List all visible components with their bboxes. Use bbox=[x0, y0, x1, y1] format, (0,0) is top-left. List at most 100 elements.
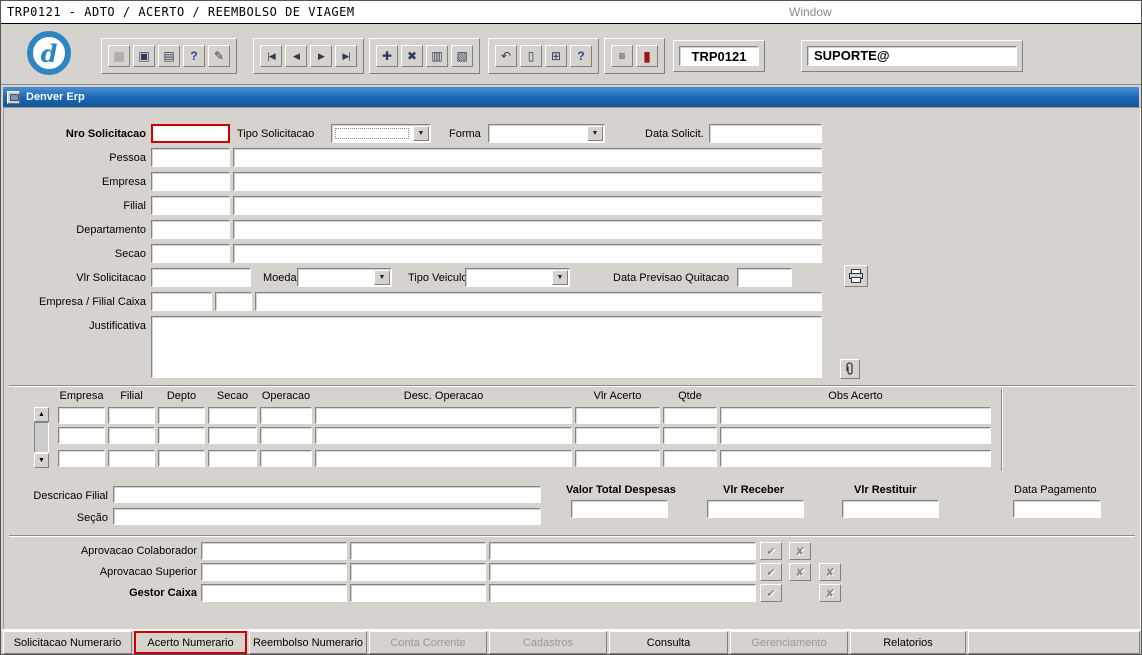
secao-code-input[interactable] bbox=[151, 244, 230, 263]
grid-cell-qtde[interactable] bbox=[663, 450, 717, 467]
empresa-caixa-input[interactable] bbox=[151, 292, 212, 311]
grid-cell-operacao[interactable] bbox=[260, 427, 312, 444]
grid-cell-filial[interactable] bbox=[108, 427, 155, 444]
colaborador-approve-button[interactable]: ✔ bbox=[760, 542, 782, 560]
grid-cell-obs-acerto[interactable] bbox=[720, 407, 991, 424]
colaborador-reject-button[interactable]: ✘ bbox=[789, 542, 811, 560]
print-icon[interactable]: ▤ bbox=[158, 45, 180, 67]
undo-icon[interactable]: ↶ bbox=[495, 45, 517, 67]
chevron-down-icon[interactable]: ▼ bbox=[552, 270, 568, 285]
grid-cell-filial[interactable] bbox=[108, 407, 155, 424]
grid-cell-filial[interactable] bbox=[108, 450, 155, 467]
empresa-code-input[interactable] bbox=[151, 172, 230, 191]
tipo-solicitacao-dropdown[interactable]: ▼ bbox=[331, 124, 431, 143]
chevron-down-icon[interactable]: ▼ bbox=[374, 270, 390, 285]
wand-icon[interactable]: ✎ bbox=[208, 45, 230, 67]
paste-icon[interactable]: ▯ bbox=[520, 45, 542, 67]
last-record-icon[interactable]: ▶| bbox=[335, 45, 357, 67]
valor-total-despesas-input[interactable] bbox=[571, 500, 668, 518]
departamento-desc-input[interactable] bbox=[233, 220, 822, 239]
vlr-solicitacao-input[interactable] bbox=[151, 268, 251, 287]
pessoa-desc-input[interactable] bbox=[233, 148, 822, 167]
grid-cell-desc-operacao[interactable] bbox=[315, 450, 572, 467]
grid-cell-depto[interactable] bbox=[158, 427, 205, 444]
superior-nome-input[interactable] bbox=[489, 563, 756, 581]
help-edit-icon[interactable]: ? bbox=[183, 45, 205, 67]
forma-dropdown[interactable]: ▼ bbox=[488, 124, 605, 143]
filial-desc-input[interactable] bbox=[233, 196, 822, 215]
menu-window[interactable]: Window bbox=[789, 5, 832, 19]
gestor-cancel-button[interactable]: ✘ bbox=[819, 584, 841, 602]
superior-approve-button[interactable]: ✔ bbox=[760, 563, 782, 581]
vlr-restituir-input[interactable] bbox=[842, 500, 939, 518]
superior-cancel-button[interactable]: ✘ bbox=[819, 563, 841, 581]
user-field[interactable] bbox=[807, 46, 1017, 66]
grid-cell-qtde[interactable] bbox=[663, 427, 717, 444]
chevron-down-icon[interactable]: ▼ bbox=[413, 126, 429, 141]
data-pagamento-input[interactable] bbox=[1013, 500, 1101, 518]
grid-cell-depto[interactable] bbox=[158, 407, 205, 424]
grid-cell-vlr-acerto[interactable] bbox=[575, 427, 660, 444]
delete-record-icon[interactable]: ✖ bbox=[401, 45, 423, 67]
menu-icon[interactable]: ≡ bbox=[611, 45, 633, 67]
moeda-dropdown[interactable]: ▼ bbox=[297, 268, 392, 287]
colaborador-nome-input[interactable] bbox=[489, 542, 756, 560]
empresa-desc-input[interactable] bbox=[233, 172, 822, 191]
grid-cell-desc-operacao[interactable] bbox=[315, 427, 572, 444]
colaborador-user-input[interactable] bbox=[350, 542, 486, 560]
filial-caixa-input[interactable] bbox=[215, 292, 252, 311]
grid-cell-operacao[interactable] bbox=[260, 450, 312, 467]
nro-solicitacao-input[interactable] bbox=[151, 124, 230, 143]
gestor-user-input[interactable] bbox=[350, 584, 486, 602]
tab-acerto-numerario[interactable]: Acerto Numerario bbox=[134, 631, 247, 654]
execute-query-icon[interactable]: ▧ bbox=[451, 45, 473, 67]
tab-consulta[interactable]: Consulta bbox=[609, 631, 728, 654]
secao-total-input[interactable] bbox=[113, 508, 541, 525]
tipo-veiculo-dropdown[interactable]: ▼ bbox=[465, 268, 570, 287]
grid-cell-desc-operacao[interactable] bbox=[315, 407, 572, 424]
departamento-code-input[interactable] bbox=[151, 220, 230, 239]
attachment-button[interactable] bbox=[840, 359, 860, 379]
tab-solicitacao-numerario[interactable]: Solicitacao Numerario bbox=[3, 631, 132, 654]
chevron-down-icon[interactable]: ▼ bbox=[587, 126, 603, 141]
grid-cell-obs-acerto[interactable] bbox=[720, 427, 991, 444]
superior-user-input[interactable] bbox=[350, 563, 486, 581]
data-previsao-input[interactable] bbox=[737, 268, 792, 287]
grid-cell-empresa[interactable] bbox=[58, 407, 105, 424]
tab-reembolso-numerario[interactable]: Reembolso Numerario bbox=[249, 631, 367, 654]
caixa-desc-input[interactable] bbox=[255, 292, 822, 311]
grid-cell-secao[interactable] bbox=[208, 407, 257, 424]
window-icon[interactable]: ▣ bbox=[133, 45, 155, 67]
tab-relatorios[interactable]: Relatorios bbox=[850, 631, 966, 654]
help-icon[interactable]: ? bbox=[570, 45, 592, 67]
grid-cell-depto[interactable] bbox=[158, 450, 205, 467]
gestor-approve-button[interactable]: ✔ bbox=[760, 584, 782, 602]
grid-cell-obs-acerto[interactable] bbox=[720, 450, 991, 467]
grid-cell-vlr-acerto[interactable] bbox=[575, 450, 660, 467]
superior-data-input[interactable] bbox=[201, 563, 347, 581]
vlr-receber-input[interactable] bbox=[707, 500, 804, 518]
data-solicit-input[interactable] bbox=[709, 124, 822, 143]
justificativa-textarea[interactable] bbox=[151, 316, 822, 378]
grid-cell-operacao[interactable] bbox=[260, 407, 312, 424]
previous-record-icon[interactable]: ◀ bbox=[285, 45, 307, 67]
grid-cell-secao[interactable] bbox=[208, 427, 257, 444]
descricao-filial-input[interactable] bbox=[113, 486, 541, 503]
exit-icon[interactable]: ▮ bbox=[636, 45, 658, 67]
print-report-button[interactable] bbox=[844, 265, 868, 287]
filial-code-input[interactable] bbox=[151, 196, 230, 215]
save-icon[interactable]: ▦ bbox=[108, 45, 130, 67]
first-record-icon[interactable]: |◀ bbox=[260, 45, 282, 67]
grid-cell-empresa[interactable] bbox=[58, 427, 105, 444]
superior-reject-button[interactable]: ✘ bbox=[789, 563, 811, 581]
pessoa-code-input[interactable] bbox=[151, 148, 230, 167]
secao-desc-input[interactable] bbox=[233, 244, 822, 263]
grid-cell-qtde[interactable] bbox=[663, 407, 717, 424]
grid-cell-empresa[interactable] bbox=[58, 450, 105, 467]
next-record-icon[interactable]: ▶ bbox=[310, 45, 332, 67]
gestor-data-input[interactable] bbox=[201, 584, 347, 602]
grid-cell-vlr-acerto[interactable] bbox=[575, 407, 660, 424]
window-list-icon[interactable]: ⊞ bbox=[545, 45, 567, 67]
gestor-nome-input[interactable] bbox=[489, 584, 756, 602]
enter-query-icon[interactable]: ▥ bbox=[426, 45, 448, 67]
